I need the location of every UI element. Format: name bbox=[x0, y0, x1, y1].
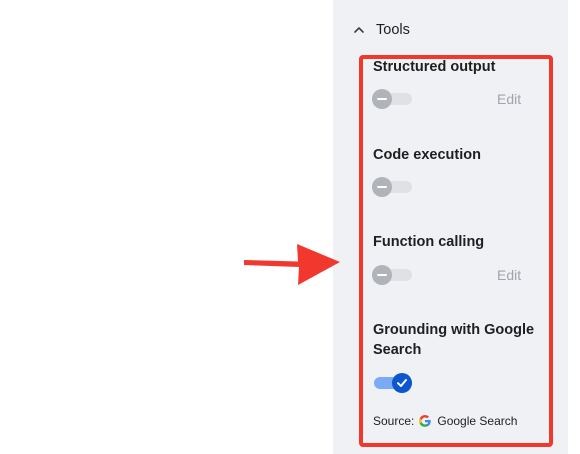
grounding-label-line1: Grounding with Google bbox=[373, 322, 535, 338]
structured-output-edit-link[interactable]: Edit bbox=[497, 91, 521, 107]
function-calling-toggle[interactable] bbox=[372, 265, 412, 285]
function-calling-label: Function calling bbox=[373, 234, 485, 250]
tools-section-header[interactable]: Tools bbox=[352, 18, 410, 42]
tools-section-title: Tools bbox=[376, 22, 410, 38]
panel-scroll-gutter bbox=[568, 0, 580, 454]
google-g-icon bbox=[418, 414, 432, 428]
toggle-knob bbox=[372, 265, 392, 285]
arrow-annotation-icon bbox=[244, 244, 340, 285]
code-execution-label: Code execution bbox=[373, 147, 481, 163]
toggle-knob bbox=[372, 89, 392, 109]
structured-output-toggle[interactable] bbox=[372, 89, 412, 109]
grounding-source: Source: Google Search bbox=[373, 411, 517, 431]
grounding-label-line2: Search bbox=[373, 342, 422, 358]
source-name: Google Search bbox=[437, 414, 518, 428]
chevron-up-icon bbox=[352, 23, 366, 37]
main-content-area bbox=[0, 0, 333, 454]
function-calling-edit-link[interactable]: Edit bbox=[497, 267, 521, 283]
source-prefix: Source: bbox=[373, 414, 415, 428]
grounding-toggle[interactable] bbox=[372, 373, 412, 393]
toggle-knob bbox=[372, 177, 392, 197]
structured-output-label: Structured output bbox=[373, 59, 496, 75]
check-icon bbox=[392, 373, 412, 393]
code-execution-toggle[interactable] bbox=[372, 177, 412, 197]
